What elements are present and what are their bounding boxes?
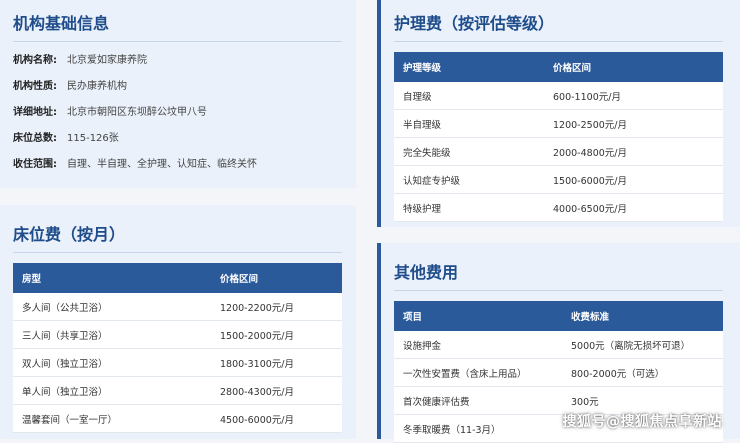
other-fee-card: 其他费用 项目 收费标准 设施押金 5000元（离院无损坏可退） 一次性安置费（含… [377, 243, 740, 443]
basic-info-title: 机构基础信息 [13, 10, 342, 42]
bed-fee-table: 房型 价格区间 多人间（公共卫浴） 1200-2200元/月 三人间（共享卫浴） 1… [13, 263, 342, 433]
info-value: 民办康养机构 [67, 81, 127, 92]
table-cell: 一次性安置费（含床上用品） [394, 358, 562, 387]
watermark: 搜狐号@搜狐焦点阜新站 [562, 414, 722, 430]
table-cell: 设施押金 [394, 331, 562, 359]
column-header: 价格区间 [211, 263, 342, 293]
table-row: 认知症专护级 1500-6000元/月 [394, 165, 723, 194]
info-label: 收住范围: [13, 159, 57, 170]
table-row: 半自理级 1200-2500元/月 [394, 109, 723, 138]
table-cell: 多人间（公共卫浴） [13, 293, 211, 321]
info-value: 北京爱如家康养院 [67, 55, 147, 66]
care-fee-table: 护理等级 价格区间 自理级 600-1100元/月 半自理级 1200-2500元/… [394, 52, 723, 222]
column-header: 价格区间 [544, 52, 723, 82]
table-cell: 4500-6000元/月 [211, 404, 342, 433]
table-cell: 特级护理 [394, 193, 544, 222]
care-fee-card: 护理费（按评估等级） 护理等级 价格区间 自理级 600-1100元/月 半自理级… [377, 0, 740, 227]
table-row: 特级护理 4000-6500元/月 [394, 193, 723, 222]
table-cell: 1200-2200元/月 [211, 293, 342, 321]
table-cell: 半自理级 [394, 109, 544, 138]
info-value: 115-126张 [67, 133, 119, 144]
table-row: 自理级 600-1100元/月 [394, 82, 723, 110]
table-row: 单人间（独立卫浴） 2800-4300元/月 [13, 376, 342, 405]
info-row-beds: 床位总数: 115-126张 [13, 126, 342, 152]
other-fee-title: 其他费用 [394, 259, 723, 291]
table-cell: 自理级 [394, 82, 544, 110]
table-row: 多人间（公共卫浴） 1200-2200元/月 [13, 293, 342, 321]
column-header: 房型 [13, 263, 211, 293]
table-cell: 4000-6500元/月 [544, 193, 723, 222]
table-cell: 单人间（独立卫浴） [13, 376, 211, 405]
info-label: 详细地址: [13, 107, 57, 118]
info-label: 床位总数: [13, 133, 57, 144]
table-row: 双人间（独立卫浴） 1800-3100元/月 [13, 348, 342, 377]
table-row: 温馨套间（一室一厅） 4500-6000元/月 [13, 404, 342, 433]
bed-fee-title: 床位费（按月） [13, 221, 342, 253]
column-header: 项目 [394, 301, 562, 331]
table-cell: 800-2000元（可选） [562, 358, 723, 387]
info-row-type: 机构性质: 民办康养机构 [13, 74, 342, 100]
table-row: 一次性安置费（含床上用品） 800-2000元（可选） [394, 358, 723, 387]
info-label: 机构性质: [13, 81, 57, 92]
column-header: 收费标准 [562, 301, 723, 331]
info-row-address: 详细地址: 北京市朝阳区东坝醉公坟甲八号 [13, 100, 342, 126]
table-cell: 认知症专护级 [394, 165, 544, 194]
table-cell: 1500-6000元/月 [544, 165, 723, 194]
info-row-name: 机构名称: 北京爱如家康养院 [13, 48, 342, 74]
table-cell: 首次健康评估费 [394, 386, 562, 415]
table-cell: 完全失能级 [394, 137, 544, 166]
info-value: 自理、半自理、全护理、认知症、临终关怀 [67, 159, 257, 170]
table-cell: 2800-4300元/月 [211, 376, 342, 405]
table-cell: 2000-4800元/月 [544, 137, 723, 166]
table-cell: 冬季取暖费（11-3月） [394, 414, 562, 443]
table-cell: 三人间（共享卫浴） [13, 320, 211, 349]
info-value: 北京市朝阳区东坝醉公坟甲八号 [67, 107, 207, 118]
table-cell: 温馨套间（一室一厅） [13, 404, 211, 433]
basic-info-card: 机构基础信息 机构名称: 北京爱如家康养院 机构性质: 民办康养机构 详细地址: 北京… [0, 0, 356, 188]
table-row: 设施押金 5000元（离院无损坏可退） [394, 331, 723, 359]
table-row: 三人间（共享卫浴） 1500-2000元/月 [13, 320, 342, 349]
info-row-scope: 收住范围: 自理、半自理、全护理、认知症、临终关怀 [13, 152, 342, 178]
table-cell: 5000元（离院无损坏可退） [562, 331, 723, 359]
table-cell: 1500-2000元/月 [211, 320, 342, 349]
bed-fee-card: 床位费（按月） 房型 价格区间 多人间（公共卫浴） 1200-2200元/月 三人… [0, 205, 356, 439]
column-header: 护理等级 [394, 52, 544, 82]
table-row: 完全失能级 2000-4800元/月 [394, 137, 723, 166]
table-cell: 双人间（独立卫浴） [13, 348, 211, 377]
table-cell: 1200-2500元/月 [544, 109, 723, 138]
table-cell: 600-1100元/月 [544, 82, 723, 110]
care-fee-title: 护理费（按评估等级） [394, 10, 723, 42]
info-label: 机构名称: [13, 55, 57, 66]
table-cell: 1800-3100元/月 [211, 348, 342, 377]
